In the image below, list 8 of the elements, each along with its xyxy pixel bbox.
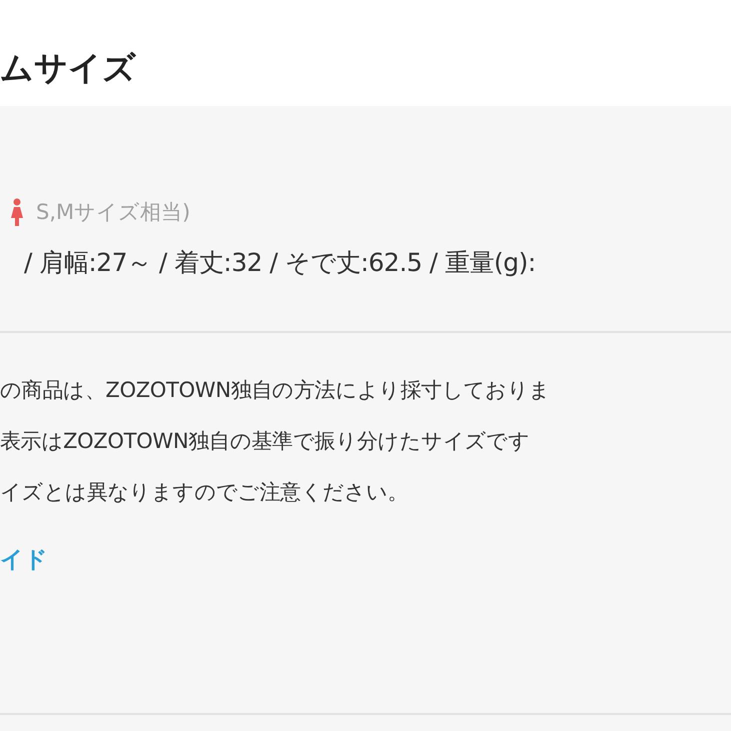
size-equivalent: S,Mサイズ相当) (36, 199, 190, 226)
notice-text: イズとは異なりますのでご注意ください。 (0, 479, 410, 506)
section-title: ムサイズ (0, 47, 137, 89)
notice-text: の商品は、ZOZOTOWN独自の方法により採寸しておりま (0, 377, 552, 404)
guide-link[interactable]: イド (0, 544, 731, 575)
woman-icon (10, 198, 24, 226)
measurements-text: / 肩幅:27～ / 着丈:32 / そで丈:62.5 / 重量(g): (23, 247, 537, 279)
notice-text: 表示はZOZOTOWN独自の基準で振り分けたサイズです (0, 428, 531, 455)
